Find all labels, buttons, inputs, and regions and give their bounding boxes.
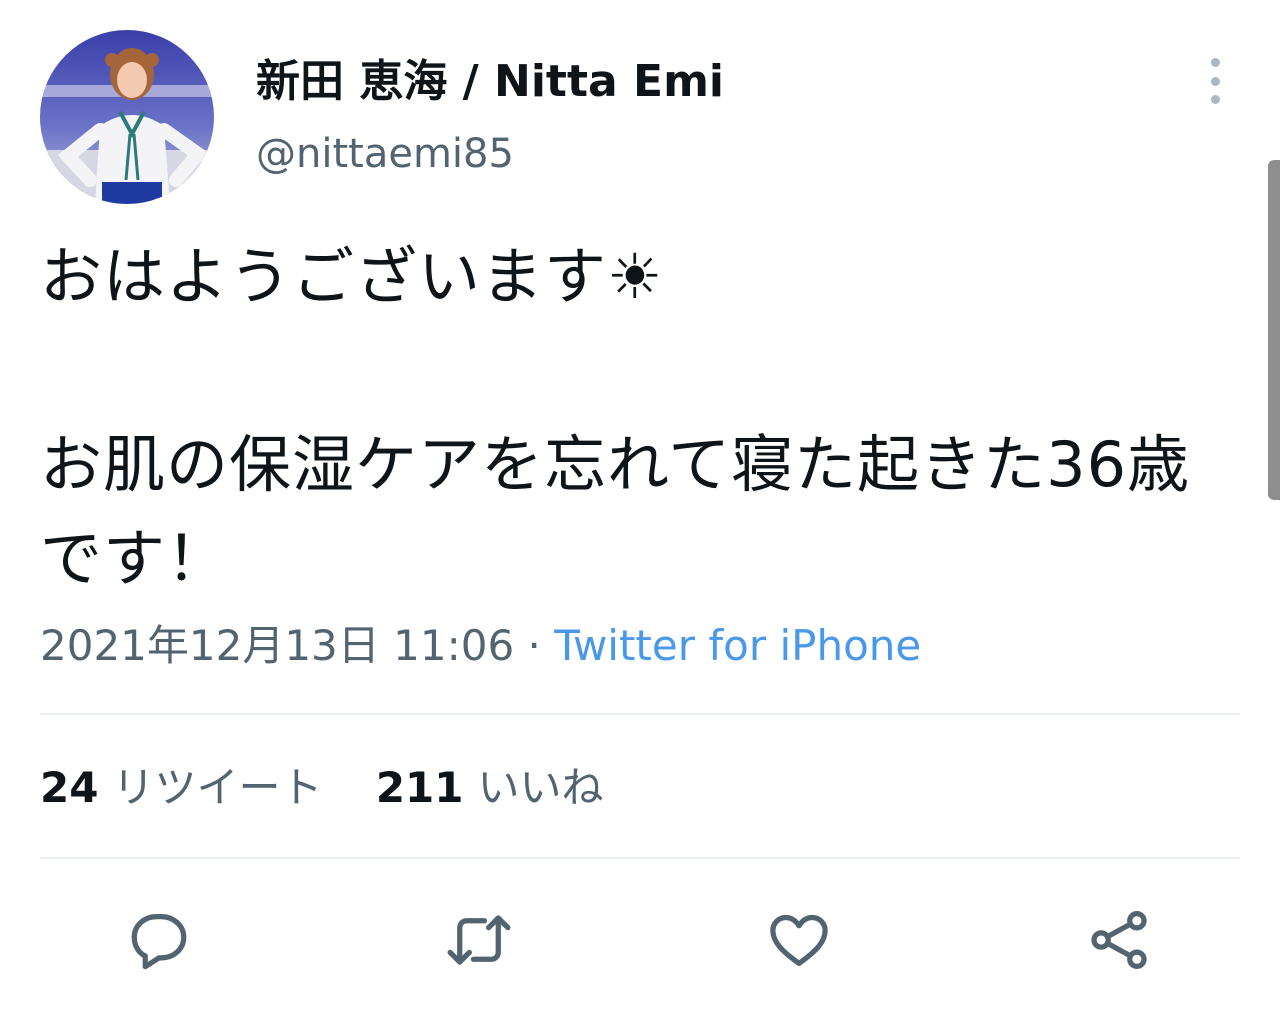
timestamp[interactable]: 2021年12月13日 11:06 [40,621,514,670]
heart-icon [770,914,828,966]
meta-separator: · [514,621,555,670]
retweet-icon [447,915,511,965]
divider [40,857,1240,859]
action-bar [0,900,1280,980]
reply-icon [131,914,187,970]
avatar[interactable] [40,30,214,204]
like-button[interactable] [759,900,839,980]
retweets-count: 24 [40,763,99,812]
avatar-photo [40,30,214,204]
retweets-label: リツイート [112,763,323,812]
user-handle[interactable]: @nittaemi85 [256,128,514,180]
likes-stat[interactable]: 211 いいね [376,760,604,816]
reply-button[interactable] [119,900,199,980]
dot [1210,58,1220,67]
likes-label: いいね [477,763,604,812]
more-options-icon[interactable] [1196,56,1234,106]
share-button[interactable] [1079,900,1159,980]
divider [40,713,1240,715]
dot [1210,76,1220,86]
share-icon [1091,910,1147,970]
scrollbar[interactable] [1268,160,1280,500]
likes-count: 211 [375,763,464,812]
tweet-text: おはようございます☀︎ お肌の保湿ケアを忘れて寝た起きた36歳です！ [40,240,1191,595]
retweets-stat[interactable]: 24 リツイート [40,760,322,816]
tweet-meta: 2021年12月13日 11:06 · Twitter for iPhone [40,618,921,674]
retweet-button[interactable] [439,900,519,980]
dot [1210,95,1220,104]
source-link[interactable]: Twitter for iPhone [554,621,921,670]
tweet-stats: 24 リツイート 211 いいね [40,760,644,816]
display-name[interactable]: 新田 恵海 / Nitta Emi [256,54,724,110]
